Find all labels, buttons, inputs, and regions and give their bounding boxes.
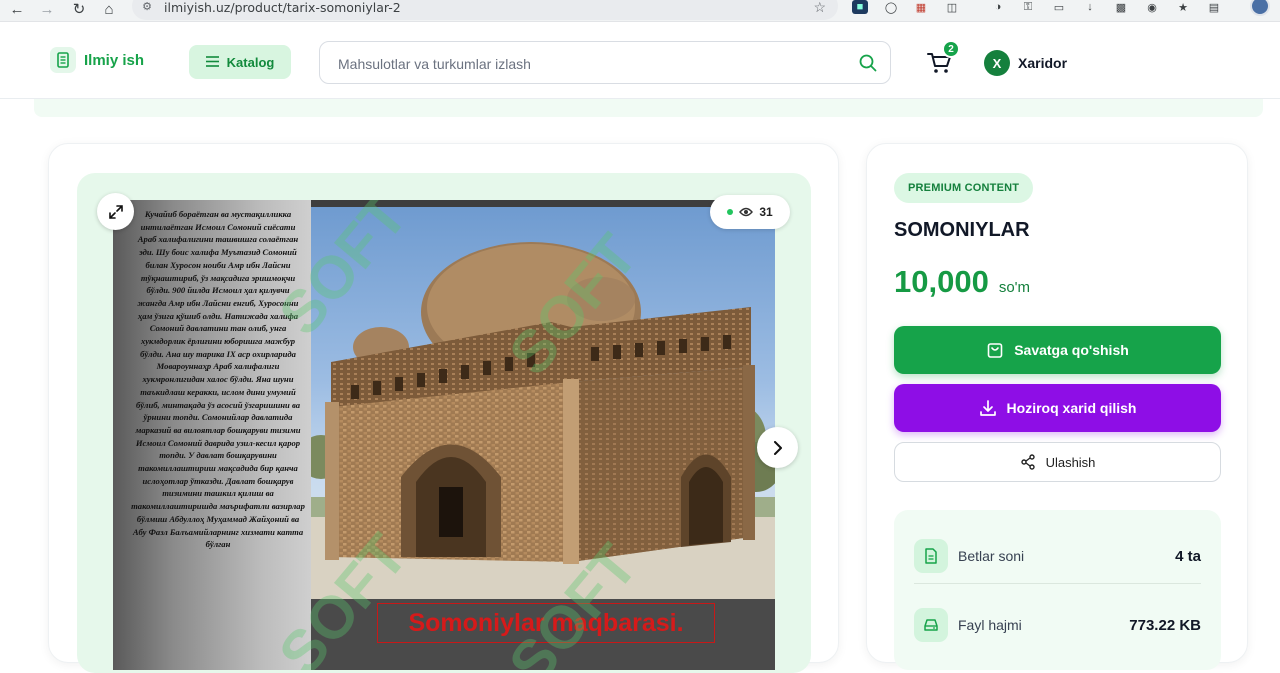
premium-badge: PREMIUM CONTENT (894, 173, 1034, 203)
product-gallery-card: Кучайиб бораётган ва мустақилликка интил… (48, 143, 839, 673)
back-icon[interactable]: ← (6, 0, 28, 18)
reload-icon[interactable]: ↻ (68, 0, 90, 18)
expand-icon (108, 204, 123, 219)
buy-now-button[interactable]: Hoziroq xarid qilish (894, 384, 1221, 432)
add-to-cart-label: Savatga qo'shish (1014, 342, 1129, 358)
forward-icon[interactable]: → (36, 0, 58, 18)
hard-drive-icon (914, 608, 948, 642)
slide-text: Кучайиб бораётган ва мустақилликка интил… (113, 200, 311, 670)
location-icon[interactable]: ◉ (1144, 0, 1160, 14)
views-counter: 31 (710, 195, 790, 229)
info-row-size: Fayl hajmi 773.22 KB (914, 608, 1201, 642)
product-info-panel: Betlar soni 4 ta Fayl hajmi 773.22 KB (894, 510, 1221, 670)
divider (914, 583, 1201, 584)
user-name: Xaridor (1018, 55, 1068, 71)
image-gallery: Кучайиб бораётган ва мустақилликка интил… (77, 173, 811, 673)
collections-icon[interactable]: ▤ (1206, 0, 1222, 14)
user-avatar: X (984, 50, 1010, 76)
home-icon[interactable]: ⌂ (98, 0, 120, 18)
car-icon[interactable]: ◑ (990, 0, 1006, 14)
shopping-bag-icon (987, 343, 1003, 358)
breadcrumb (34, 99, 1263, 117)
menu-icon (205, 55, 219, 70)
site-logo[interactable]: Ilmiy ish (50, 47, 144, 73)
share-button[interactable]: Ulashish (894, 442, 1221, 482)
share-icon (1020, 454, 1035, 470)
size-value: 773.22 KB (1129, 616, 1201, 634)
document-icon (50, 47, 76, 73)
extension-icon[interactable]: ■ (852, 0, 868, 14)
file-text-icon (914, 539, 948, 573)
card-icon[interactable]: ▭ (1051, 0, 1067, 14)
download-icon (979, 400, 996, 416)
site-header: Ilmiy ish Katalog Mahsulotlar va turkuml… (0, 23, 1280, 99)
qr-icon[interactable]: ▩ (1113, 0, 1129, 14)
product-price: 10,000 so'm (894, 264, 1030, 300)
pages-value: 4 ta (1175, 547, 1201, 565)
catalog-button[interactable]: Katalog (189, 45, 291, 79)
buy-now-label: Hoziroq xarid qilish (1006, 400, 1137, 416)
search-placeholder: Mahsulotlar va turkumlar izlash (338, 56, 531, 72)
pages-label: Betlar soni (958, 548, 1025, 564)
profile-avatar[interactable] (1250, 0, 1270, 16)
eye-icon (739, 207, 754, 217)
views-count: 31 (759, 205, 773, 219)
product-purchase-card: PREMIUM CONTENT SOMONIYLAR 10,000 so'm S… (866, 143, 1248, 670)
price-value: 10,000 (894, 264, 989, 299)
download-icon[interactable]: ↓ (1082, 0, 1098, 14)
fullscreen-button[interactable] (97, 193, 134, 230)
catalog-label: Katalog (226, 54, 275, 70)
chevron-right-icon (773, 440, 782, 455)
url-text: ilmiyish.uz/product/tarix-somoniylar-2 (164, 0, 401, 15)
logo-text: Ilmiy ish (84, 51, 145, 69)
key-icon[interactable]: ⚿ (1020, 0, 1036, 14)
search-input[interactable]: Mahsulotlar va turkumlar izlash (319, 41, 891, 84)
next-image-button[interactable] (757, 427, 798, 468)
extension-icon[interactable]: ▦ (913, 0, 929, 14)
browser-toolbar: ← → ↻ ⌂ ⚙ ilmiyish.uz/product/tarix-somo… (0, 0, 1280, 22)
size-label: Fayl hajmi (958, 617, 1022, 633)
address-bar[interactable]: ⚙ ilmiyish.uz/product/tarix-somoniylar-2… (132, 0, 838, 20)
product-preview-image: Кучайиб бораётган ва мустақилликка интил… (113, 200, 775, 670)
search-icon[interactable] (858, 53, 878, 73)
bookmark-star-icon[interactable]: ☆ (813, 0, 826, 16)
puzzle-icon[interactable]: ◫ (944, 0, 960, 14)
share-label: Ulashish (1045, 454, 1096, 470)
user-menu[interactable]: X Xaridor (984, 50, 1067, 76)
site-info-icon[interactable]: ⚙ (140, 0, 154, 14)
price-currency: so'm (998, 279, 1031, 296)
add-to-cart-button[interactable]: Savatga qo'shish (894, 326, 1221, 374)
live-dot (727, 209, 734, 215)
extension-icon[interactable]: ◯ (883, 0, 899, 14)
product-title: SOMONIYLAR (894, 219, 1030, 241)
info-row-pages: Betlar soni 4 ta (914, 539, 1201, 573)
cart-count-badge: 2 (942, 40, 960, 58)
favorites-icon[interactable]: ★ (1175, 0, 1191, 14)
